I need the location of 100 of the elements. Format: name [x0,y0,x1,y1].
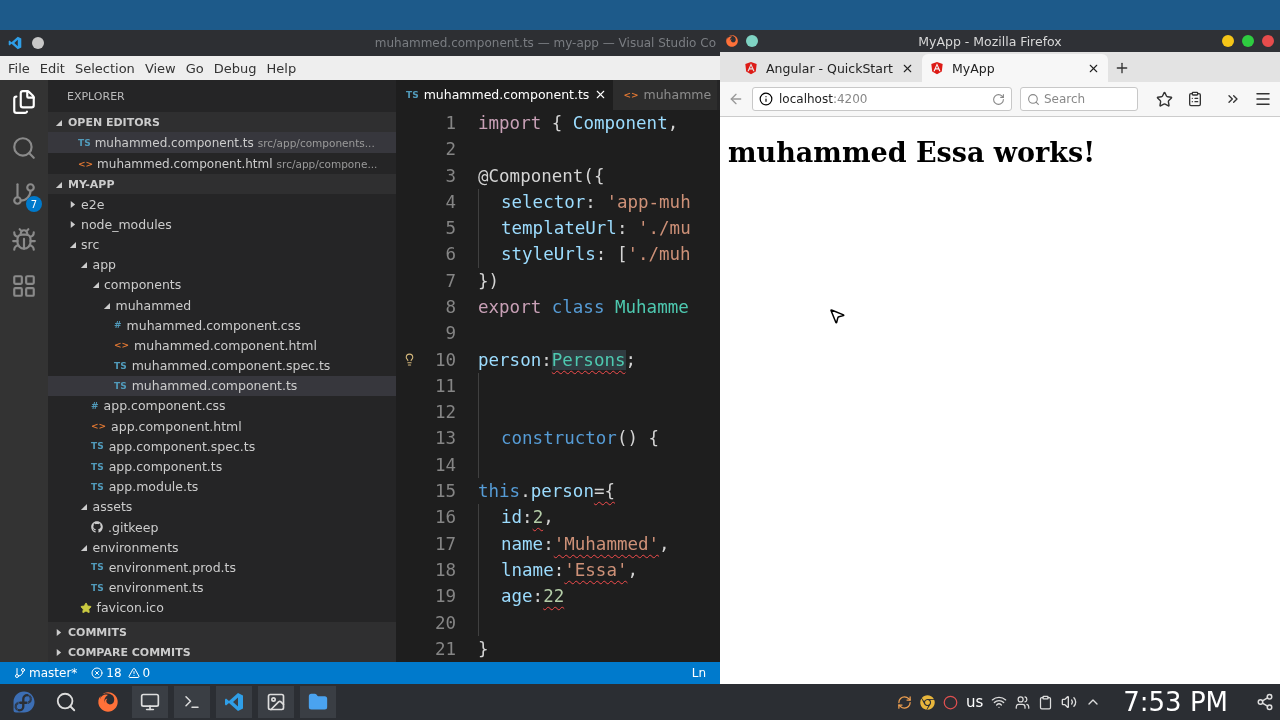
maximize-button[interactable] [1242,35,1254,47]
clipboard-icon[interactable] [1038,694,1054,710]
volume-icon[interactable] [1061,694,1078,710]
browser-tab[interactable]: MyApp [922,54,1108,82]
file-tree-item[interactable]: TS app.component.ts [48,456,396,477]
chrome-icon[interactable] [919,694,935,710]
monitor-icon[interactable] [132,686,168,718]
file-tree-item[interactable]: .gitkeep [48,517,396,538]
minimize-button[interactable] [1222,35,1234,47]
folder-icon[interactable] [300,686,336,718]
file-tree-item[interactable]: TS app.component.spec.ts [48,436,396,457]
search-input[interactable]: Search [1044,92,1124,106]
open-editor-item[interactable]: <> muhammed.component.html src/app/compone... [48,153,396,174]
search-field[interactable]: Search [1020,87,1138,111]
extensions-icon[interactable] [11,273,37,299]
bookmark-icon[interactable] [1156,90,1173,108]
code-token: Component [572,112,668,133]
code-token: Persons [551,349,626,370]
window-button[interactable] [32,37,44,49]
section-header[interactable]: OPEN EDITORS [48,112,396,132]
file-tree-item[interactable]: TS environment.ts [48,577,396,598]
file-tree-item[interactable]: node_modules [48,214,396,235]
file-tree-item[interactable]: TS muhammed.component.spec.ts [48,355,396,376]
close-button[interactable] [1262,35,1274,47]
collapsed-caret-icon[interactable] [54,628,62,636]
terminal-icon[interactable] [174,686,210,718]
file-tree-item[interactable]: e2e [48,194,396,215]
code-token: ; [625,349,637,370]
expanded-caret-icon[interactable] [54,118,62,126]
menu-item[interactable]: View [140,60,182,76]
file-tree-item[interactable]: src [48,234,396,255]
warning-count[interactable]: 0 [127,666,151,680]
line-number: 16 [433,507,456,528]
code-token: } [478,638,489,659]
file-tree-item[interactable]: <> muhammed.component.html [48,335,396,356]
file-tree-item[interactable]: # app.component.css [48,395,396,417]
record-icon[interactable] [942,694,958,710]
debug-icon[interactable] [11,227,37,253]
expanded-caret-icon[interactable] [102,301,111,309]
network-icon[interactable] [1256,693,1274,711]
file-tree-item[interactable]: TS muhammed.component.ts [48,375,396,396]
file-tree-item[interactable]: assets [48,496,396,517]
file-tree-item[interactable]: muhammed [48,294,396,316]
reload-icon[interactable] [992,92,1005,106]
collapsed-caret-icon[interactable] [68,200,76,208]
code-token: 'Essa' [564,559,628,580]
file-tree-item[interactable]: TS environment.prod.ts [48,557,396,578]
menu-item[interactable]: Selection [70,60,141,76]
collapsed-caret-icon[interactable] [54,648,62,656]
expanded-caret-icon[interactable] [91,281,99,289]
file-tree-item[interactable]: app [48,254,396,275]
expanded-caret-icon[interactable] [54,180,62,188]
address-field[interactable]: localhost:4200 [752,87,1012,111]
file-tree-item[interactable]: TS app.module.ts [48,476,396,497]
menu-item[interactable]: File [4,60,36,76]
error-count[interactable]: 18 [91,666,122,680]
code-token: templateUrl [501,218,617,239]
menu-item[interactable]: Go [181,60,210,76]
expanded-caret-icon[interactable] [68,240,76,248]
users-icon[interactable] [1015,694,1031,710]
collapsed-caret-icon[interactable] [68,220,76,228]
section-header[interactable]: MY-APP [48,174,396,194]
info-icon[interactable] [759,92,773,106]
editor-tab[interactable]: <> muhamme [613,80,718,110]
expanded-caret-icon[interactable] [79,261,88,269]
cursor-position[interactable]: Ln [691,666,706,680]
code-editor-icon[interactable] [216,686,252,718]
files-icon[interactable] [11,89,37,115]
file-tree-item[interactable]: <> app.component.html [48,416,396,437]
line-number: 13 [433,428,456,449]
file-tree-item[interactable]: favicon.ico [48,597,396,618]
wifi-icon[interactable] [991,694,1008,710]
editor-tab[interactable]: TS muhammed.component.ts [396,80,614,110]
update-icon[interactable] [896,694,912,710]
file-tree-item[interactable]: # muhammed.component.css [48,315,396,336]
image-icon[interactable] [258,686,294,718]
section-header[interactable]: COMPARE COMMITS [48,642,396,662]
source-control-icon[interactable] [11,181,37,207]
file-tree-item[interactable]: components [48,274,396,295]
line-number: 18 [433,559,456,580]
section-header[interactable]: COMMITS [48,622,396,642]
clipboard-icon[interactable] [1187,91,1203,107]
window-button[interactable] [746,35,758,47]
menu-icon[interactable] [1254,90,1272,108]
new-tab-icon[interactable] [1114,60,1130,76]
file-type-icon: TS [91,461,104,472]
code-token: , [627,559,638,580]
file-tree-item[interactable]: environments [48,537,396,558]
browser-tab[interactable]: Angular - QuickStart [736,54,922,82]
menu-item[interactable]: Debug [209,60,263,76]
menu-item[interactable]: Edit [35,60,71,76]
url-port: :4200 [832,92,868,106]
expanded-caret-icon[interactable] [79,543,88,551]
file-name: app.module.ts [108,479,199,495]
menu-item[interactable]: Help [262,60,303,76]
branch-status[interactable]: master* [14,666,78,680]
line-number: 8 [444,297,456,317]
keyboard-layout[interactable]: us [965,693,984,711]
expanded-caret-icon[interactable] [79,503,88,511]
open-editor-item[interactable]: TS muhammed.component.ts src/app/components... [48,132,396,153]
